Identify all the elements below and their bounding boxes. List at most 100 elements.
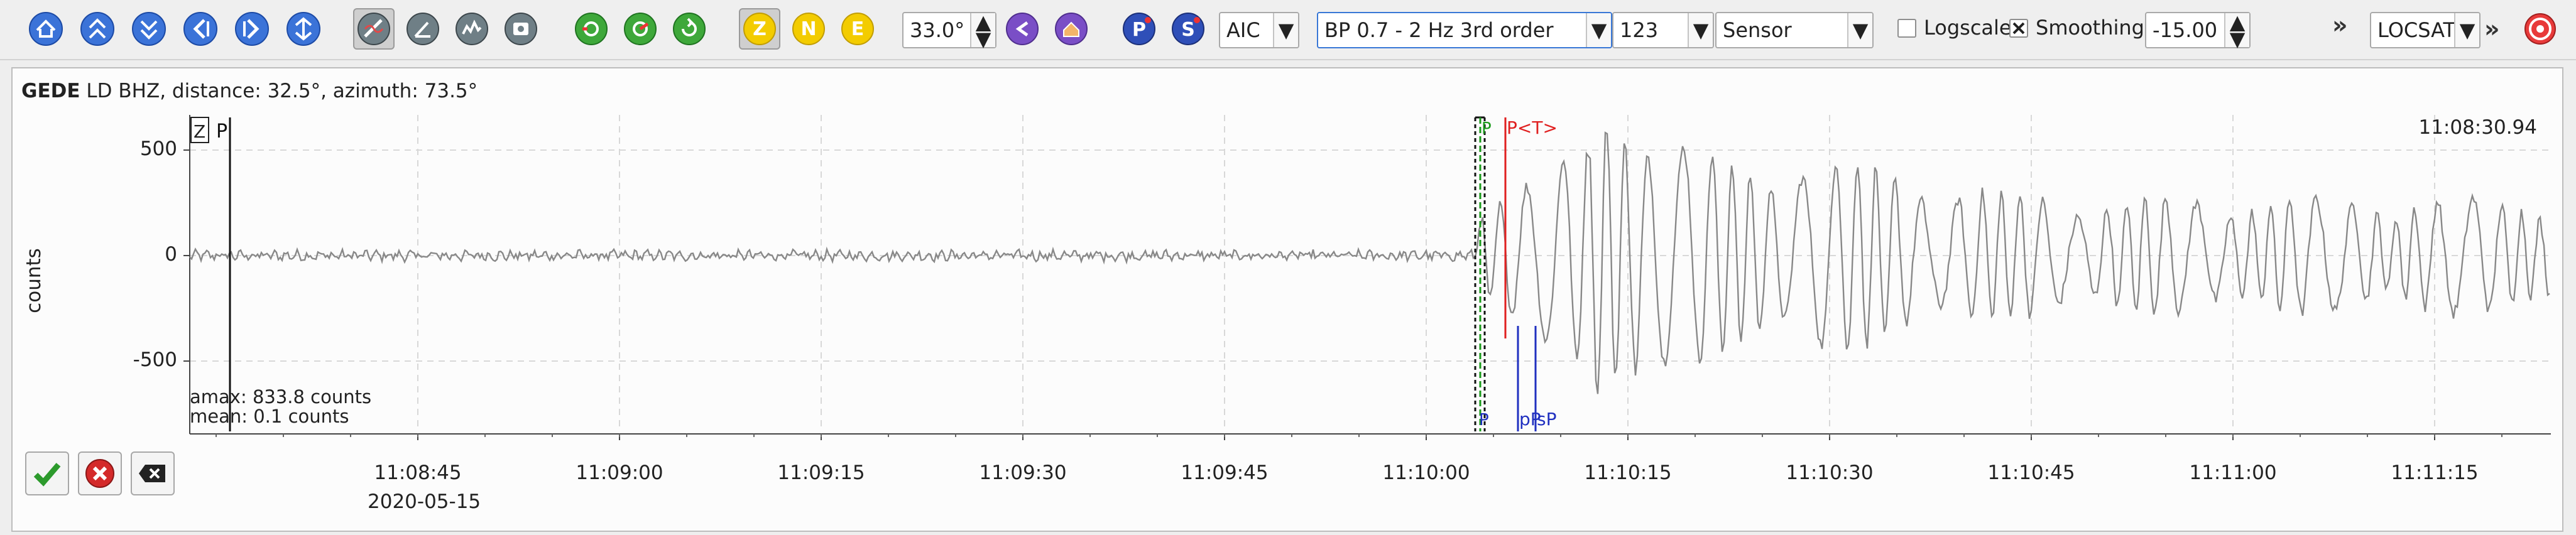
smoothing-label: Smoothing — [2036, 16, 2144, 40]
refresh-button[interactable] — [669, 8, 710, 50]
channel-value: 123 — [1620, 18, 1659, 42]
component-n-label: N — [800, 18, 816, 40]
component-badge-label: Z — [194, 121, 205, 142]
zoom-fit-icon — [287, 12, 320, 46]
phase-s-label: S — [1181, 19, 1195, 41]
refresh-icon — [673, 13, 706, 45]
spin-down-icon[interactable]: ▼ — [971, 27, 995, 51]
p-bottom-label: P — [1479, 411, 1489, 430]
clear-icon — [139, 465, 165, 482]
component-e-button[interactable]: E — [837, 8, 878, 50]
y-tick-label: 0 — [165, 243, 177, 266]
x-tick-label: 11:10:00 — [1382, 462, 1470, 484]
y-tick-label: 500 — [139, 138, 177, 160]
redo-button[interactable] — [619, 8, 661, 50]
x-tick-label: 11:10:45 — [1987, 462, 2075, 484]
undo-icon — [575, 13, 608, 45]
waveform-trace — [189, 131, 2550, 394]
check-mark-icon — [2012, 22, 2025, 35]
home-icon — [29, 12, 63, 46]
rotate-left-button[interactable] — [1001, 8, 1043, 50]
filter-method-combo[interactable]: AIC ▼ — [1219, 12, 1299, 48]
scroll-down-button[interactable] — [128, 8, 170, 50]
scroll-up-icon — [80, 12, 114, 46]
phase-p-label: P — [1132, 19, 1146, 41]
manual-p-pick-label: P — [1482, 119, 1492, 138]
component-z-button[interactable]: Z — [739, 8, 780, 50]
scroll-down-icon — [132, 12, 166, 46]
move-left-button[interactable] — [180, 8, 221, 50]
accept-button[interactable] — [25, 451, 69, 495]
angle-spinbox[interactable]: 33.0° ▲ ▼ — [902, 10, 996, 51]
x-tick-label: 11:10:15 — [1584, 462, 1672, 484]
offset-spinbox[interactable]: -15.00 ▲ ▼ — [2145, 10, 2251, 51]
x-tick-label: 11:08:45 — [374, 462, 462, 484]
locator-combo[interactable]: LOCSAT ▼ — [2370, 12, 2480, 48]
redo-icon — [624, 13, 657, 45]
accept-icon — [33, 463, 61, 487]
offset-value: -15.00 — [2153, 18, 2218, 42]
logscale-checkbox[interactable] — [1897, 19, 1916, 38]
x-tick-label: 11:09:45 — [1181, 462, 1269, 484]
chevron-down-icon[interactable]: ▼ — [1688, 13, 1713, 47]
spectrum-icon — [456, 13, 488, 45]
x-tick-label: 11:11:00 — [2189, 462, 2277, 484]
rotate-button[interactable] — [402, 8, 444, 50]
angle-value: 33.0° — [910, 18, 965, 42]
home-button[interactable] — [25, 8, 67, 50]
purple-arrow-icon — [1006, 13, 1039, 45]
record-icon — [505, 13, 537, 45]
chevron-down-icon[interactable]: ▼ — [1847, 13, 1872, 47]
offset-spin-arrows[interactable]: ▲ ▼ — [2224, 10, 2249, 51]
spin-down-icon[interactable]: ▼ — [2225, 27, 2249, 51]
filter-method-value: AIC — [1226, 18, 1260, 42]
component-e-label: E — [851, 18, 865, 40]
toolbar-overflow-button-2[interactable]: » — [2484, 15, 2500, 43]
bandpass-filter-combo[interactable]: BP 0.7 - 2 Hz 3rd order ▼ — [1317, 12, 1612, 48]
mean-label: mean: 0.1 counts — [190, 406, 349, 427]
x-tick-label: 11:10:30 — [1786, 462, 1874, 484]
component-z-label: Z — [753, 18, 767, 40]
component-n-icon: N — [792, 13, 825, 45]
chevron-down-icon[interactable]: ▼ — [1273, 13, 1298, 47]
channel-combo[interactable]: 123 ▼ — [1612, 12, 1714, 48]
chevron-down-icon[interactable]: ▼ — [2454, 13, 2479, 47]
filter-toggle-button[interactable] — [353, 8, 395, 50]
trace-panel: GEDE LD BHZ, distance: 32.5°, azimuth: 7… — [11, 67, 2563, 532]
reject-button[interactable] — [78, 451, 122, 495]
scroll-up-button[interactable] — [77, 8, 118, 50]
component-e-icon: E — [841, 13, 874, 45]
date-label: 2020-05-15 — [368, 490, 481, 513]
sensor-value: Sensor — [1723, 18, 1792, 42]
filter-icon — [357, 13, 390, 45]
move-right-button[interactable] — [231, 8, 273, 50]
x-tick-label: 11:11:15 — [2391, 462, 2479, 484]
toolbar-overflow-button[interactable]: » — [2332, 11, 2348, 39]
angle-spin-arrows[interactable]: ▲ ▼ — [970, 10, 995, 51]
x-tick-label: 11:09:15 — [777, 462, 865, 484]
locate-button[interactable] — [2519, 8, 2561, 50]
theoretical-p-label: P<T> — [1507, 117, 1558, 138]
pick-s-button[interactable]: S — [1167, 8, 1209, 50]
amax-label: amax: 833.8 counts — [190, 386, 372, 408]
zoom-fit-button[interactable] — [283, 8, 324, 50]
pick-p-button[interactable]: P — [1118, 8, 1160, 50]
component-n-button[interactable]: N — [788, 8, 829, 50]
bandpass-filter-value: BP 0.7 - 2 Hz 3rd order — [1324, 18, 1554, 42]
p-pick-label: P — [216, 121, 227, 143]
undo-button[interactable] — [570, 8, 612, 50]
x-tick-label: 11:09:30 — [979, 462, 1067, 484]
rotate-icon — [407, 13, 439, 45]
reject-icon — [85, 459, 114, 488]
smoothing-checkbox[interactable] — [2009, 19, 2028, 38]
record-button[interactable] — [500, 8, 542, 50]
logscale-label: Logscale — [1924, 16, 2012, 40]
p-pick-icon: P — [1123, 13, 1155, 45]
spectrum-button[interactable] — [451, 8, 493, 50]
sP-pick-label: sP — [1537, 409, 1556, 430]
rotate-home-button[interactable] — [1051, 8, 1092, 50]
chevron-down-icon[interactable]: ▼ — [1586, 13, 1611, 47]
sensor-combo[interactable]: Sensor ▼ — [1715, 12, 1874, 48]
clear-button[interactable] — [131, 451, 175, 495]
left-icon — [183, 12, 217, 46]
